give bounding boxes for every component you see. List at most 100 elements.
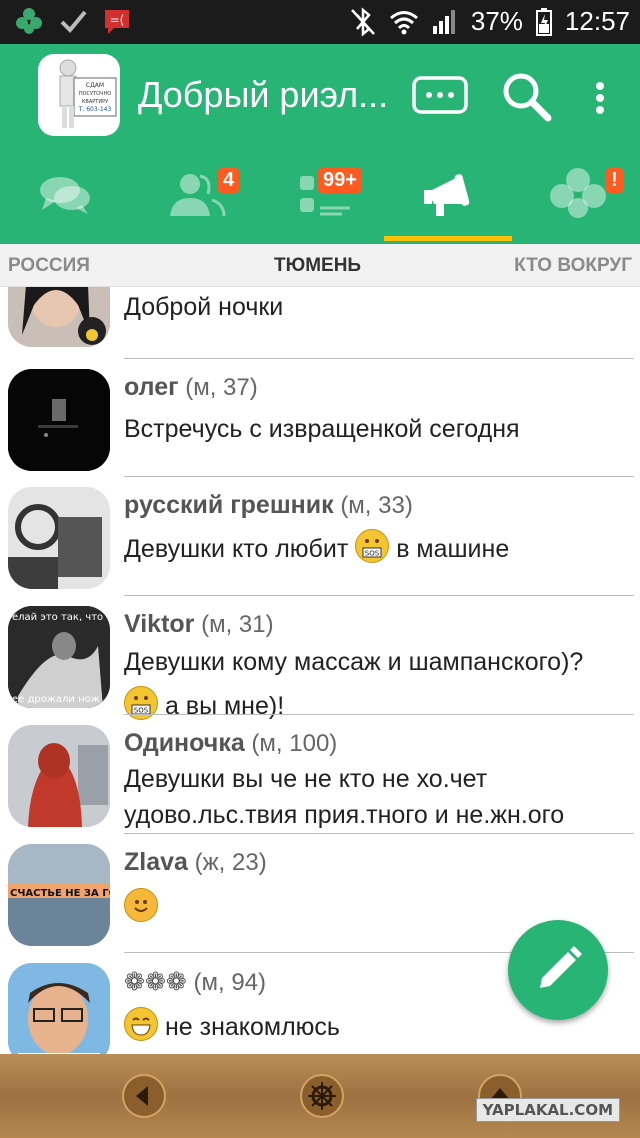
status-bar: =( 37% 12:57 — [0, 0, 640, 44]
signal-icon — [432, 9, 455, 34]
message-text: не знакомлюсь — [164, 1013, 340, 1041]
author-meta: (м, 31) — [201, 611, 274, 638]
avatar-image: елай это так, что ее дрожали нож — [8, 606, 110, 708]
author-name: Одиночка — [124, 729, 245, 757]
region-tabs: РОССИЯ ТЮМЕНЬ КТО ВОКРУГ — [0, 244, 640, 287]
list-item[interactable]: елай это так, что ее дрожали нож Viktor … — [0, 596, 640, 720]
author-meta: (ж, 23) — [194, 849, 267, 876]
author-meta: (м, 33) — [340, 492, 413, 519]
post-author: Одиночка (м, 100) — [124, 729, 337, 758]
svg-text:СЧАСТЬЕ НЕ ЗА ГОРАМИ: СЧАСТЬЕ НЕ ЗА ГОРАМИ — [10, 888, 110, 899]
overflow-menu-button[interactable] — [590, 78, 610, 123]
bottom-navigation-bar — [0, 1054, 640, 1138]
svg-text:СДАМ: СДАМ — [86, 82, 104, 89]
svg-text:Т. 603-143: Т. 603-143 — [78, 106, 112, 113]
svg-text:ПОСУТОЧНО: ПОСУТОЧНО — [79, 91, 111, 97]
avatar[interactable] — [8, 963, 110, 1054]
post-author: Viktor (м, 31) — [124, 610, 274, 639]
search-icon — [503, 73, 552, 122]
message-text: Девушки кому массаж и шампанского)? — [124, 648, 584, 676]
main-tabs: 4 99+ ! — [0, 154, 640, 244]
people-badge: ! — [606, 168, 623, 193]
app-bar: СДАМ ПОСУТОЧНО КВАРТИРУ Т. 603-143 Добры… — [0, 44, 640, 244]
avatar-image — [8, 369, 110, 471]
avatar[interactable] — [8, 287, 110, 347]
back-arrow-icon — [136, 1086, 148, 1106]
sun-emoji-icon — [124, 888, 158, 922]
megaphone-icon — [424, 174, 470, 216]
chat-button[interactable] — [412, 76, 468, 121]
avatar[interactable]: СЧАСТЬЕ НЕ ЗА ГОРАМИ — [8, 844, 110, 946]
post-author: русский грешник (м, 33) — [124, 491, 413, 520]
battery-percent: 37% — [470, 6, 523, 36]
check-icon — [60, 10, 87, 33]
post-message: Доброй ночки — [124, 293, 284, 321]
logo-image: СДАМ ПОСУТОЧНО КВАРТИРУ Т. 603-143 — [59, 59, 117, 128]
battery-charging-icon — [535, 7, 552, 36]
chat-bubbles-icon — [40, 177, 90, 214]
post-message: Девушки вы че не кто не хо.чет удово.льс… — [124, 765, 565, 829]
back-button[interactable] — [122, 1074, 166, 1118]
channel-logo[interactable]: СДАМ ПОСУТОЧНО КВАРТИРУ Т. 603-143 — [38, 54, 120, 136]
post-message: Девушки кому массаж и шампанского)? SOS … — [124, 644, 634, 724]
avatar-image: СЧАСТЬЕ НЕ ЗА ГОРАМИ — [8, 844, 110, 946]
author-meta: (м, 94) — [193, 969, 267, 996]
app-notification-icon — [16, 8, 42, 34]
tab-people[interactable]: ! — [512, 154, 640, 244]
ship-wheel-icon — [308, 1082, 336, 1110]
active-tab-indicator — [384, 236, 512, 241]
author-name: олег — [124, 373, 179, 401]
avatar-image — [8, 725, 110, 827]
avatar[interactable]: елай это так, что ее дрожали нож — [8, 606, 110, 708]
watermark: YAPLAKAL.COM — [475, 1098, 620, 1122]
avatar[interactable] — [8, 369, 110, 471]
post-author: Zlava (ж, 23) — [124, 848, 267, 877]
author-name: Zlava — [124, 848, 188, 876]
sos-emoji-icon: SOS — [355, 529, 390, 563]
more-vert-icon — [596, 82, 604, 114]
home-button[interactable] — [300, 1074, 344, 1118]
author-meta: (м, 100) — [251, 730, 338, 757]
post-author: олег (м, 37) — [124, 373, 258, 402]
tab-nearby[interactable]: КТО ВОКРУГ — [514, 255, 632, 277]
author-meta: (м, 37) — [185, 374, 258, 401]
message-text: в машине — [396, 535, 510, 563]
author-name: Viktor — [124, 610, 195, 638]
list-item[interactable]: русский грешник (м, 33) Девушки кто люби… — [0, 477, 640, 596]
tab-broadcasts[interactable] — [384, 154, 512, 244]
author-name: ❁❁❁ — [124, 968, 187, 996]
tab-contacts[interactable]: 4 — [128, 154, 256, 244]
page-title: Добрый риэл... — [138, 74, 389, 115]
pencil-icon — [540, 946, 582, 988]
svg-text:елай это так, что: елай это так, что — [12, 612, 103, 623]
tab-chats[interactable] — [0, 154, 128, 244]
list-item[interactable]: олег (м, 37) Встречусь с извращенкой сег… — [0, 359, 640, 477]
clock: 12:57 — [564, 6, 630, 36]
search-button[interactable] — [500, 70, 554, 129]
chat-dots-icon — [412, 76, 468, 114]
svg-text:КВАРТИРУ: КВАРТИРУ — [82, 99, 108, 105]
message-text: Девушки кто любит — [124, 535, 349, 563]
post-author: ❁❁❁ (м, 94) — [124, 967, 266, 997]
contacts-badge: 4 — [218, 168, 240, 193]
list-item[interactable]: Доброй ночки — [0, 287, 640, 359]
tab-tyumen[interactable]: ТЮМЕНЬ — [274, 255, 361, 277]
bluetooth-off-icon — [350, 6, 375, 37]
clover-icon — [550, 168, 606, 218]
tab-russia[interactable]: РОССИЯ — [8, 255, 90, 277]
svg-text:SOS: SOS — [365, 550, 380, 558]
avatar-image — [8, 963, 110, 1054]
compose-button[interactable] — [508, 920, 608, 1020]
message-notification-icon: =( — [105, 10, 129, 34]
svg-text:ее дрожали нож: ее дрожали нож — [12, 694, 100, 705]
tab-feed[interactable]: 99+ — [256, 154, 384, 244]
avatar-image — [8, 487, 110, 589]
avatar-image — [8, 287, 110, 347]
avatar[interactable] — [8, 725, 110, 827]
list-item[interactable]: Одиночка (м, 100) Девушки вы че не кто н… — [0, 715, 640, 834]
post-message: Встречусь с извращенкой сегодня — [124, 415, 520, 443]
grin-emoji-icon — [124, 1007, 158, 1041]
avatar[interactable] — [8, 487, 110, 589]
feed-badge: 99+ — [318, 168, 362, 193]
wifi-icon — [389, 10, 418, 34]
